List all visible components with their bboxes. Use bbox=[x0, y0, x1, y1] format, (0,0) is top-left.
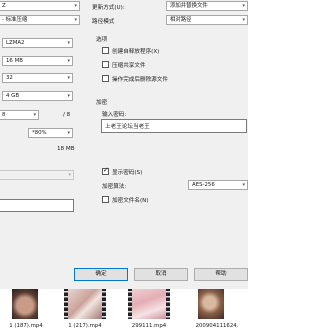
ok-button-label: 确定 bbox=[95, 271, 107, 277]
encrypt-filenames-label: 加密文件名(N) bbox=[112, 198, 149, 204]
help-button[interactable]: 帮助 bbox=[194, 268, 248, 281]
compress-shared-label: 压缩共享文件 bbox=[112, 63, 146, 69]
file-list: 1 (187).mp4 1 (217).mp4 299111.mp4 20090… bbox=[0, 289, 248, 333]
memory-usage-value: *80% bbox=[32, 130, 47, 136]
password-label: 输入密码: bbox=[102, 112, 127, 118]
compress-shared-checkbox[interactable] bbox=[102, 61, 109, 68]
update-mode-select[interactable]: 添加并替换文件 ▾ bbox=[166, 1, 248, 11]
chevron-down-icon: ▾ bbox=[33, 112, 36, 118]
threads-value: 8 bbox=[2, 112, 6, 118]
show-password-checkbox[interactable] bbox=[102, 166, 109, 175]
help-button-label: 帮助 bbox=[215, 271, 227, 277]
memory-usage-select[interactable]: *80% ▾ bbox=[28, 128, 73, 138]
update-mode-value: 添加并替换文件 bbox=[170, 3, 208, 9]
format-select[interactable]: Z ▾ bbox=[0, 1, 80, 11]
cancel-button-label: 取消 bbox=[155, 271, 167, 277]
show-password-label: 显示密码(S) bbox=[112, 170, 143, 176]
memory-total-label: 18 MB bbox=[57, 146, 75, 152]
chevron-down-icon: ▾ bbox=[242, 17, 245, 23]
password-input[interactable]: 上老王论坛当老王 bbox=[101, 119, 247, 133]
chevron-down-icon: ▾ bbox=[67, 58, 70, 64]
encryption-method-label: 加密算法: bbox=[102, 184, 127, 190]
solid-block-size-select[interactable]: 4 GB ▾ bbox=[2, 91, 73, 101]
delete-after-checkbox[interactable] bbox=[102, 75, 109, 82]
file-thumbnail[interactable] bbox=[132, 289, 166, 319]
delete-after-label: 操作完成后删除源文件 bbox=[112, 77, 168, 83]
options-group-title: 选项 bbox=[96, 37, 108, 43]
path-mode-label: 路径模式 bbox=[92, 19, 115, 25]
encryption-group-title: 加密 bbox=[96, 100, 108, 106]
dictionary-size-select[interactable]: 16 MB ▾ bbox=[2, 56, 73, 66]
chevron-down-icon: ▾ bbox=[74, 3, 77, 9]
file-name[interactable]: 200904111624. bbox=[188, 323, 246, 329]
encrypt-filenames-checkbox[interactable] bbox=[102, 196, 109, 203]
password-value: 上老王论坛当老王 bbox=[105, 124, 150, 130]
path-mode-select[interactable]: 相对路径 ▾ bbox=[166, 15, 248, 25]
file-thumbnail[interactable] bbox=[68, 289, 102, 319]
ok-button[interactable]: 确定 bbox=[74, 268, 128, 281]
chevron-down-icon: ▾ bbox=[67, 93, 70, 99]
add-to-archive-dialog: Z ▾ - 标准压缩 ▾ LZMA2 ▾ 16 MB ▾ 32 ▾ 4 GB ▾… bbox=[0, 0, 248, 289]
file-thumbnail[interactable] bbox=[12, 289, 38, 319]
compression-method-value: LZMA2 bbox=[6, 40, 25, 46]
compression-level-value: - 标准压缩 bbox=[2, 17, 28, 23]
file-name[interactable]: 299111.mp4 bbox=[126, 323, 172, 329]
film-strip-icon bbox=[166, 289, 170, 319]
split-volume-select: ▾ bbox=[0, 170, 74, 180]
chevron-down-icon: ▾ bbox=[242, 182, 245, 188]
chevron-down-icon: ▾ bbox=[74, 17, 77, 23]
dictionary-size-value: 16 MB bbox=[6, 58, 23, 64]
chevron-down-icon: ▾ bbox=[67, 40, 70, 46]
encryption-method-select[interactable]: AES-256 ▾ bbox=[188, 180, 248, 190]
solid-block-size-value: 4 GB bbox=[6, 93, 20, 99]
chevron-down-icon: ▾ bbox=[67, 130, 70, 136]
word-size-select[interactable]: 32 ▾ bbox=[2, 73, 73, 83]
chevron-down-icon: ▾ bbox=[67, 75, 70, 81]
encryption-method-value: AES-256 bbox=[192, 182, 215, 188]
create-sfx-checkbox[interactable] bbox=[102, 47, 109, 54]
file-name[interactable]: 1 (217).mp4 bbox=[62, 323, 108, 329]
threads-max-label: / 8 bbox=[63, 112, 71, 118]
cancel-button[interactable]: 取消 bbox=[134, 268, 188, 281]
compression-method-select[interactable]: LZMA2 ▾ bbox=[2, 38, 73, 48]
threads-select[interactable]: 8 ▾ bbox=[0, 110, 39, 120]
update-mode-label: 更新方式(U): bbox=[92, 5, 125, 11]
path-mode-value: 相对路径 bbox=[170, 17, 192, 23]
compression-level-select[interactable]: - 标准压缩 ▾ bbox=[0, 15, 80, 25]
chevron-down-icon: ▾ bbox=[68, 172, 71, 178]
parameters-input[interactable] bbox=[0, 199, 74, 212]
create-sfx-label: 创建自释放程序(X) bbox=[112, 49, 160, 55]
film-strip-icon bbox=[102, 289, 106, 319]
word-size-value: 32 bbox=[6, 75, 13, 81]
format-value: Z bbox=[2, 3, 6, 9]
chevron-down-icon: ▾ bbox=[242, 3, 245, 9]
file-name[interactable]: 1 (187).mp4 bbox=[4, 323, 48, 329]
file-thumbnail[interactable] bbox=[198, 289, 224, 319]
